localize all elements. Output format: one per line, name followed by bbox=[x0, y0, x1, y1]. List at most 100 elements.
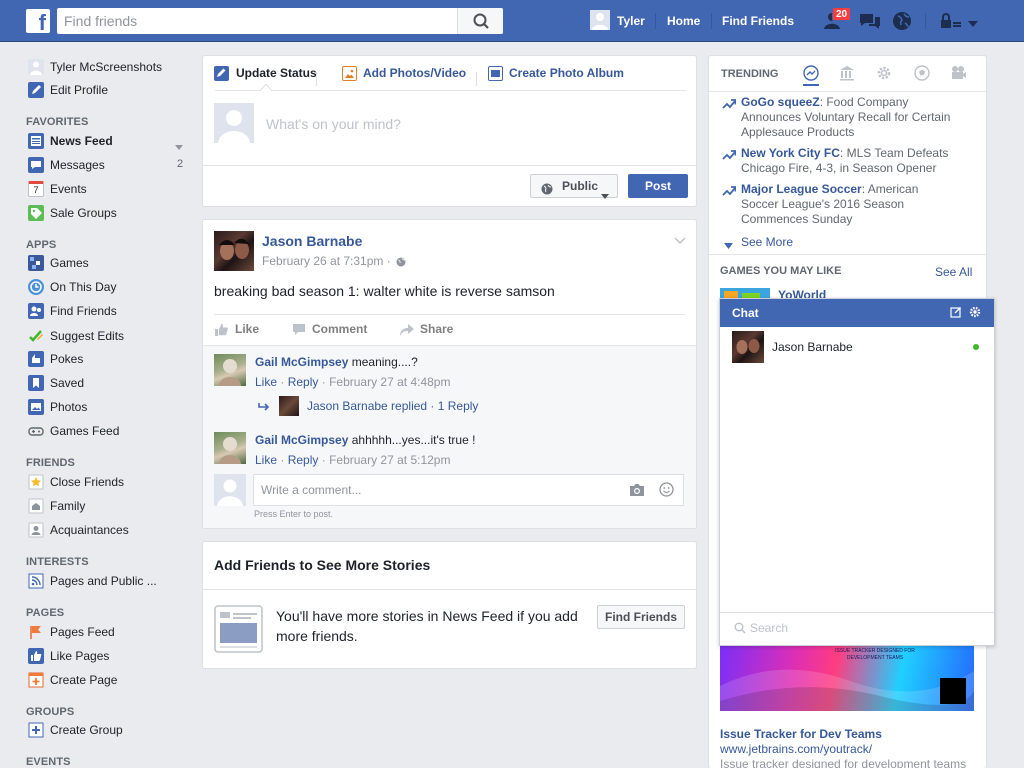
trending-arrow-icon bbox=[722, 186, 736, 196]
news-feed-options-button[interactable] bbox=[175, 139, 183, 150]
notifications-button[interactable] bbox=[892, 11, 912, 31]
see-all-games-link[interactable]: See All bbox=[935, 265, 972, 279]
comment-timestamp[interactable]: February 27 at 5:12pm bbox=[329, 453, 450, 467]
trending-circle-icon bbox=[803, 65, 819, 81]
clock-icon bbox=[28, 279, 44, 295]
comment-reply-link[interactable]: Reply bbox=[288, 453, 319, 467]
sidebar-item-label: Messages bbox=[50, 158, 105, 172]
find-friends-button[interactable]: Find Friends bbox=[597, 605, 685, 629]
sidebar-item-label: Saved bbox=[50, 376, 85, 390]
trending-arrow-icon bbox=[722, 99, 736, 109]
comment-author-name[interactable]: Gail McGimpsey bbox=[255, 355, 348, 369]
user-avatar[interactable] bbox=[590, 10, 610, 30]
soccer-ball-icon bbox=[914, 65, 930, 81]
meta-separator: · bbox=[321, 453, 326, 467]
trending-item[interactable]: Major League Soccer: American Soccer Lea… bbox=[741, 182, 956, 227]
compose-icon bbox=[950, 307, 961, 318]
facebook-logo[interactable]: f bbox=[26, 9, 50, 33]
comment-meta: Like · Reply · February 27 at 4:48pm bbox=[255, 375, 450, 389]
bookmark-icon bbox=[28, 375, 44, 391]
sidebar-favorites-header: FAVORITES bbox=[26, 116, 89, 128]
comment-author-avatar[interactable] bbox=[214, 354, 246, 386]
meta-separator: · bbox=[321, 375, 326, 389]
comments-section: Gail McGimpsey meaning....? Like · Reply… bbox=[203, 345, 696, 528]
thumbs-up-icon bbox=[214, 322, 229, 337]
chat-title: Chat bbox=[732, 306, 759, 320]
trending-item[interactable]: GoGo squeeZ: Food Company Announces Volu… bbox=[741, 95, 956, 140]
emoji-icon[interactable] bbox=[659, 482, 674, 497]
comment-author-avatar[interactable] bbox=[214, 432, 246, 464]
reply-avatar bbox=[279, 396, 299, 416]
press-enter-hint: Press Enter to post. bbox=[254, 509, 334, 519]
comment-author-name[interactable]: Gail McGimpsey bbox=[255, 433, 348, 447]
create-group-icon bbox=[28, 722, 44, 738]
search-box bbox=[57, 8, 503, 34]
trending-topics-tab[interactable] bbox=[803, 65, 819, 81]
status-composer: Update Status Add Photos/Video Create Ph… bbox=[202, 55, 697, 207]
ad-banner-text: ISSUE TRACKER DESIGNED FOR DEVELOPMENT T… bbox=[835, 648, 915, 661]
post-options-button[interactable] bbox=[674, 234, 686, 245]
ad-banner-image[interactable]: ISSUE TRACKER DESIGNED FOR DEVELOPMENT T… bbox=[720, 646, 974, 711]
sidebar-pages-header: PAGES bbox=[26, 607, 65, 619]
composer-input[interactable]: What's on your mind? bbox=[266, 116, 401, 132]
sports-tab[interactable] bbox=[914, 65, 930, 81]
chat-settings-button[interactable] bbox=[969, 306, 981, 318]
tab-pointer bbox=[259, 84, 273, 92]
post-author-avatar[interactable] bbox=[214, 231, 254, 271]
trending-topic: GoGo squeeZ bbox=[741, 95, 820, 109]
comment-like-link[interactable]: Like bbox=[255, 375, 277, 389]
chat-search-field[interactable]: Search bbox=[720, 613, 994, 645]
public-globe-icon bbox=[396, 256, 406, 267]
chat-header[interactable]: Chat bbox=[720, 299, 994, 327]
sidebar-item-label: Create Page bbox=[50, 673, 118, 687]
search-icon bbox=[734, 622, 746, 634]
messages-button[interactable] bbox=[859, 12, 881, 30]
sidebar-apps-header: APPS bbox=[26, 239, 57, 251]
new-message-button[interactable] bbox=[950, 306, 962, 318]
find-friends-link[interactable]: Find Friends bbox=[722, 0, 794, 42]
chat-contact[interactable]: Jason Barnabe bbox=[720, 327, 994, 365]
science-tech-tab[interactable] bbox=[876, 65, 892, 81]
see-more-link[interactable]: See More bbox=[741, 235, 793, 249]
friend-requests-badge: 20 bbox=[832, 7, 852, 21]
chevron-down-icon bbox=[674, 237, 686, 245]
ad-title-link[interactable]: Issue Tracker for Dev Teams bbox=[720, 727, 882, 741]
camera-icon[interactable] bbox=[629, 483, 645, 497]
search-button[interactable] bbox=[457, 8, 503, 34]
sidebar-interests-header: INTERESTS bbox=[26, 556, 89, 568]
add-friends-title: Add Friends to See More Stories bbox=[214, 557, 431, 573]
comment-timestamp[interactable]: February 27 at 4:48pm bbox=[329, 375, 450, 389]
search-input[interactable] bbox=[57, 8, 457, 34]
post-author-name[interactable]: Jason Barnabe bbox=[262, 233, 362, 249]
comment-reply-link[interactable]: Reply bbox=[288, 375, 319, 389]
comment-text: ahhhhh...yes...it's true ! bbox=[351, 433, 476, 447]
meta-separator: · bbox=[280, 375, 285, 389]
post-button[interactable]: Post bbox=[628, 174, 688, 198]
timestamp-separator: · bbox=[386, 254, 391, 268]
meta-separator: · bbox=[280, 453, 285, 467]
caret-down-icon bbox=[601, 184, 609, 199]
trending-item[interactable]: New York City FC: MLS Team Defeats Chica… bbox=[741, 146, 956, 176]
post-timestamp[interactable]: February 26 at 7:31pm · bbox=[262, 254, 391, 268]
ad-url[interactable]: www.jetbrains.com/youtrack/ bbox=[720, 742, 872, 756]
write-comment-input[interactable]: Write a comment... bbox=[253, 474, 684, 506]
comment-like-link[interactable]: Like bbox=[255, 453, 277, 467]
profile-link[interactable]: Tyler bbox=[617, 0, 645, 42]
privacy-selector-button[interactable]: Public bbox=[530, 174, 618, 199]
home-link[interactable]: Home bbox=[667, 0, 700, 42]
globe-icon bbox=[541, 180, 553, 195]
trending-divider bbox=[709, 91, 986, 92]
trending-header: TRENDING bbox=[721, 68, 779, 80]
view-replies-link[interactable]: Jason Barnabe replied · 1 Reply bbox=[307, 399, 478, 413]
messages-icon bbox=[28, 157, 44, 173]
privacy-shortcuts-button[interactable] bbox=[940, 13, 962, 29]
news-feed-post: Jason Barnabe February 26 at 7:31pm · br… bbox=[202, 219, 697, 529]
sidebar-groups-header: GROUPS bbox=[26, 706, 75, 718]
tab-label: Add Photos/Video bbox=[363, 66, 467, 80]
sidebar-item-label: Close Friends bbox=[50, 475, 125, 489]
sidebar-item-label: On This Day bbox=[50, 280, 117, 294]
politics-tab[interactable] bbox=[839, 65, 855, 81]
account-menu-button[interactable] bbox=[967, 17, 979, 27]
entertainment-tab[interactable] bbox=[950, 65, 967, 81]
sidebar-item-label: Edit Profile bbox=[50, 83, 109, 97]
